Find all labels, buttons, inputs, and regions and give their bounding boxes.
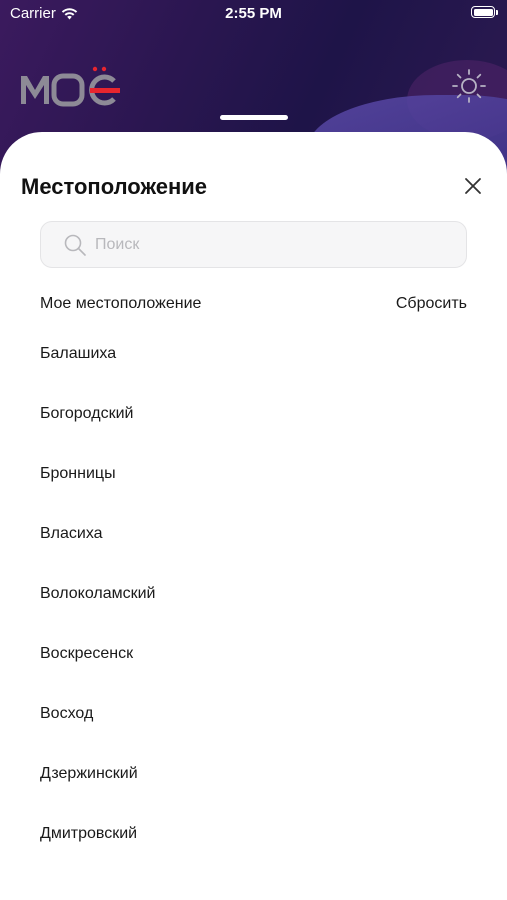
list-item[interactable]: Восход [0, 687, 507, 747]
moe-logo [21, 66, 120, 107]
sheet-grab-handle[interactable] [220, 115, 288, 120]
list-item[interactable]: Богородский [0, 387, 507, 447]
close-icon [465, 178, 481, 194]
location-sheet: Местоположение Мое местоположение Сброси… [0, 132, 507, 900]
search-input[interactable] [95, 235, 395, 254]
search-icon [64, 234, 86, 256]
list-item[interactable]: Бронницы [0, 447, 507, 507]
battery-icon [471, 6, 498, 18]
close-button[interactable] [461, 174, 485, 198]
search-box[interactable] [40, 221, 467, 268]
sun-icon[interactable] [451, 68, 487, 104]
list-item[interactable]: Дмитровский [0, 807, 507, 867]
list-item[interactable]: Воскресенск [0, 627, 507, 687]
list-item[interactable]: Дзержинский [0, 747, 507, 807]
sheet-title: Местоположение [21, 174, 208, 199]
my-location-button[interactable]: Мое местоположение [40, 295, 201, 313]
reset-button[interactable]: Сбросить [396, 295, 467, 313]
list-item[interactable]: Власиха [0, 507, 507, 567]
list-item[interactable]: Волоколамский [0, 567, 507, 627]
status-bar: Carrier 2:55 PM [0, 0, 507, 28]
list-item[interactable]: Балашиха [0, 327, 507, 387]
status-time: 2:55 PM [225, 5, 282, 22]
location-list: Балашиха Богородский Бронницы Власиха Во… [0, 327, 507, 867]
